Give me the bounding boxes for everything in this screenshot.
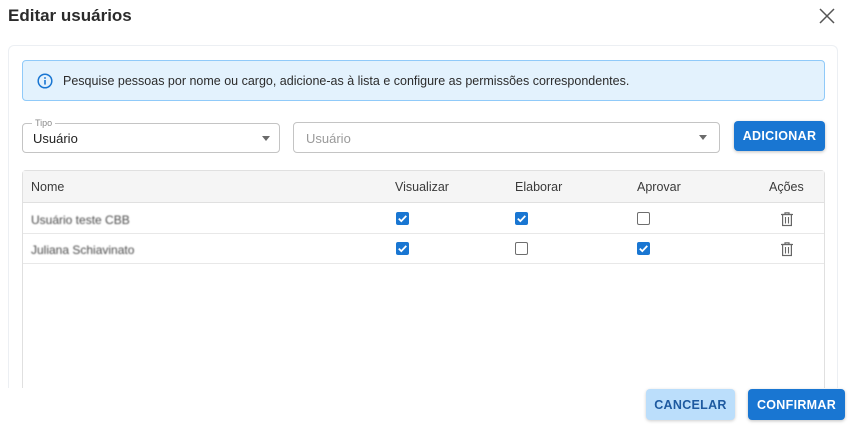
column-header-view: Visualizar	[395, 180, 449, 194]
trash-icon[interactable]	[780, 211, 794, 227]
confirm-button[interactable]: CONFIRMAR	[748, 389, 845, 420]
info-text: Pesquise pessoas por nome ou cargo, adic…	[63, 73, 630, 88]
users-table: Nome Visualizar Elaborar Aprovar Ações U…	[22, 170, 825, 388]
type-select-label: Tipo	[32, 118, 56, 128]
elaborate-checkbox[interactable]	[515, 242, 528, 255]
type-select-value: Usuário	[33, 131, 78, 146]
cancel-button[interactable]: CANCELAR	[646, 389, 735, 420]
column-header-name: Nome	[31, 180, 65, 194]
approve-checkbox[interactable]	[637, 212, 650, 225]
column-header-actions: Ações	[769, 180, 804, 194]
chevron-down-icon	[262, 136, 270, 141]
table-row: Usuário teste CBB	[23, 204, 824, 234]
info-banner: Pesquise pessoas por nome ou cargo, adic…	[22, 60, 825, 101]
approve-checkbox[interactable]	[637, 242, 650, 255]
add-button[interactable]: ADICIONAR	[734, 121, 825, 151]
dialog-title: Editar usuários	[8, 6, 132, 25]
trash-icon[interactable]	[780, 241, 794, 257]
close-icon[interactable]	[817, 6, 837, 26]
info-icon	[37, 72, 53, 89]
elaborate-checkbox[interactable]	[515, 212, 528, 225]
column-header-approve: Aprovar	[637, 180, 681, 194]
view-checkbox[interactable]	[396, 242, 409, 255]
view-checkbox[interactable]	[396, 212, 409, 225]
user-select-placeholder: Usuário	[306, 131, 351, 146]
table-row: Juliana Schiavinato	[23, 234, 824, 264]
column-header-elaborate: Elaborar	[515, 180, 563, 194]
user-name: Juliana Schiavinato	[31, 243, 135, 257]
table-header: Nome Visualizar Elaborar Aprovar Ações	[23, 171, 824, 203]
type-select[interactable]: Tipo Usuário	[22, 118, 280, 153]
user-search-select[interactable]: Usuário	[293, 122, 720, 153]
chevron-down-icon	[699, 135, 707, 140]
user-name: Usuário teste CBB	[31, 213, 130, 227]
